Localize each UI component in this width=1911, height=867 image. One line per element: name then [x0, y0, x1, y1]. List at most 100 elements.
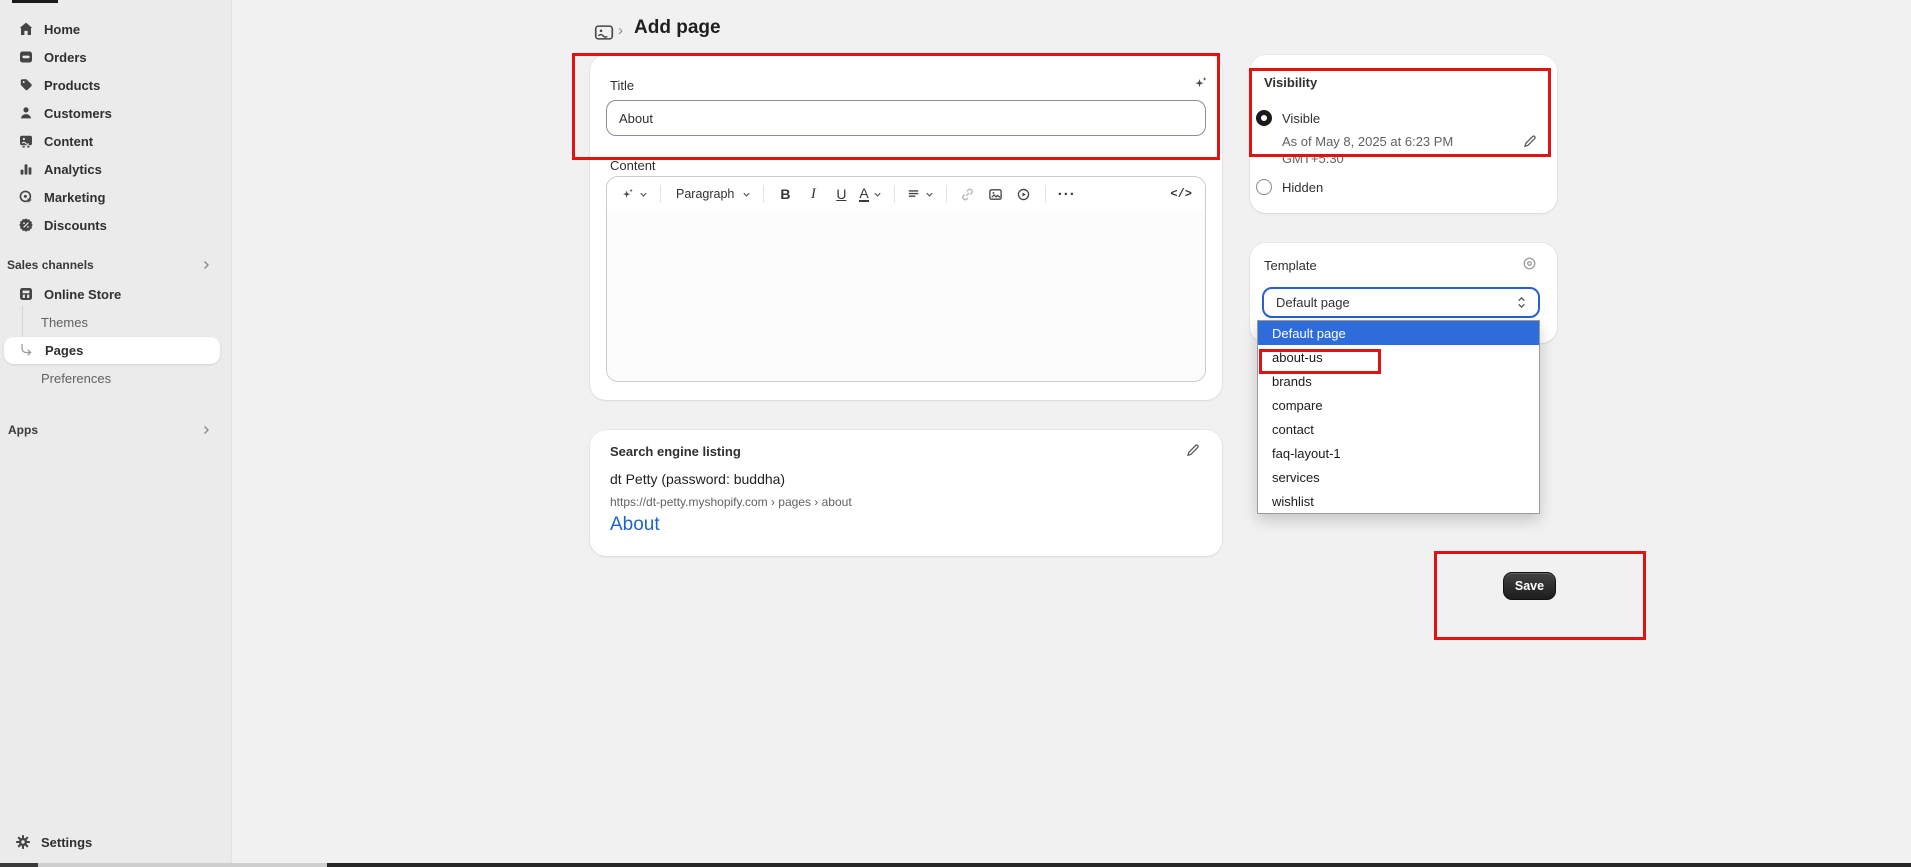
bold-button[interactable]: B	[772, 181, 798, 207]
content-editor[interactable]: Paragraph B I U A ··· </>	[606, 176, 1206, 382]
tree-connector-line	[22, 306, 23, 340]
sparkle-icon	[620, 187, 635, 202]
save-button[interactable]: Save	[1503, 572, 1556, 600]
template-option-compare[interactable]: compare	[1258, 393, 1539, 417]
toolbar-separator	[660, 185, 661, 203]
title-input[interactable]	[606, 100, 1206, 136]
sidebar-item-label: Settings	[41, 835, 92, 850]
bottom-scrollbar-track[interactable]	[38, 863, 327, 867]
paragraph-style-dropdown[interactable]: Paragraph	[669, 181, 755, 207]
link-button[interactable]	[955, 181, 981, 207]
sidebar-item-label: Content	[44, 134, 93, 149]
content-field-label: Content	[610, 158, 656, 173]
edit-visibility-pencil-icon[interactable]	[1522, 133, 1538, 149]
visible-note-line1: As of May 8, 2025 at 6:23 PM	[1282, 134, 1453, 149]
sidebar-item-label: Online Store	[44, 287, 121, 302]
template-dropdown: Default page about-us brands compare con…	[1257, 320, 1540, 514]
hidden-radio[interactable]	[1256, 179, 1272, 195]
sidebar-item-content[interactable]: Content	[0, 127, 232, 155]
chevron-down-icon	[638, 189, 649, 200]
underline-button[interactable]: U	[828, 181, 854, 207]
settings-icon	[15, 834, 31, 850]
template-preview-eye-icon[interactable]	[1522, 256, 1537, 271]
sidebar-item-discounts[interactable]: Discounts	[0, 211, 232, 239]
sidebar-item-label: Preferences	[41, 371, 111, 386]
toolbar-separator	[763, 185, 764, 203]
template-select-value: Default page	[1276, 295, 1350, 310]
apps-header[interactable]: Apps	[0, 420, 232, 440]
chevron-down-icon	[924, 189, 935, 200]
editor-text-area[interactable]	[607, 211, 1205, 382]
discounts-icon	[18, 217, 34, 233]
orders-icon	[18, 49, 34, 65]
link-icon	[960, 187, 975, 202]
sidebar-item-label: Analytics	[44, 162, 102, 177]
code-view-button[interactable]: </>	[1167, 181, 1195, 207]
sidebar-item-customers[interactable]: Customers	[0, 99, 232, 127]
stepper-icon	[1515, 295, 1528, 310]
insert-image-button[interactable]	[983, 181, 1009, 207]
sidebar-item-pages[interactable]: Pages	[4, 337, 220, 364]
page-icon[interactable]	[594, 24, 614, 41]
chevron-down-icon	[741, 189, 752, 200]
align-left-icon	[906, 187, 921, 202]
visible-radio[interactable]	[1256, 110, 1272, 126]
sidebar-item-preferences[interactable]: Preferences	[41, 365, 111, 391]
magic-write-button[interactable]	[617, 181, 652, 207]
visible-note-line2: GMT+5:30	[1282, 151, 1344, 166]
marketing-icon	[18, 189, 34, 205]
bottom-scrollbar-thumb-left[interactable]	[0, 863, 38, 867]
sidebar: Home Orders Products Customers Content A…	[0, 0, 232, 867]
template-option-wishlist[interactable]: wishlist	[1258, 489, 1539, 513]
template-option-about-us[interactable]: about-us	[1258, 345, 1539, 369]
page-title: Add page	[634, 17, 721, 39]
video-icon	[1016, 187, 1031, 202]
template-option-contact[interactable]: contact	[1258, 417, 1539, 441]
template-option-services[interactable]: services	[1258, 465, 1539, 489]
toolbar-separator	[894, 185, 895, 203]
template-option-brands[interactable]: brands	[1258, 369, 1539, 393]
sidebar-item-label: Marketing	[44, 190, 105, 205]
visible-radio-label[interactable]: Visible	[1282, 111, 1320, 126]
sales-channels-header[interactable]: Sales channels	[0, 255, 232, 275]
sidebar-item-settings[interactable]: Settings	[0, 828, 232, 856]
seo-card: Search engine listing dt Petty (password…	[590, 430, 1222, 556]
seo-url: https://dt-petty.myshopify.com › pages ›…	[610, 495, 852, 509]
text-color-label: A	[859, 187, 868, 202]
magic-sparkle-icon[interactable]	[1192, 75, 1209, 92]
sidebar-item-products[interactable]: Products	[0, 71, 232, 99]
window-artifact	[12, 0, 58, 3]
visibility-card-title: Visibility	[1264, 75, 1317, 90]
edit-seo-pencil-icon[interactable]	[1185, 442, 1201, 458]
seo-site-name: dt Petty (password: buddha)	[610, 471, 785, 487]
hidden-radio-label[interactable]: Hidden	[1282, 180, 1323, 195]
sidebar-item-label: Pages	[45, 343, 83, 358]
sales-channels-label: Sales channels	[7, 258, 94, 272]
breadcrumb-separator: ›	[618, 22, 623, 39]
chevron-right-icon	[200, 259, 216, 271]
template-option-default-page[interactable]: Default page	[1258, 321, 1539, 345]
toolbar-separator	[946, 185, 947, 203]
sidebar-item-analytics[interactable]: Analytics	[0, 155, 232, 183]
sidebar-item-orders[interactable]: Orders	[0, 43, 232, 71]
more-options-button[interactable]: ···	[1054, 181, 1080, 207]
sidebar-item-online-store[interactable]: Online Store	[0, 281, 232, 307]
apps-label: Apps	[8, 423, 38, 437]
align-button[interactable]	[903, 181, 938, 207]
italic-button[interactable]: I	[800, 181, 826, 207]
sidebar-item-home[interactable]: Home	[0, 15, 232, 43]
seo-page-title-link[interactable]: About	[610, 514, 660, 536]
template-option-faq-layout-1[interactable]: faq-layout-1	[1258, 441, 1539, 465]
bottom-scrollbar-thumb-right[interactable]	[327, 863, 1911, 867]
content-icon	[18, 133, 34, 149]
analytics-icon	[18, 161, 34, 177]
sidebar-item-themes[interactable]: Themes	[41, 309, 88, 335]
sidebar-item-marketing[interactable]: Marketing	[0, 183, 232, 211]
customers-icon	[18, 105, 34, 121]
insert-video-button[interactable]	[1011, 181, 1037, 207]
title-field-label: Title	[610, 78, 634, 93]
home-icon	[18, 21, 34, 37]
template-select[interactable]: Default page	[1262, 287, 1540, 318]
sidebar-item-label: Orders	[44, 50, 87, 65]
text-color-button[interactable]: A	[856, 181, 885, 207]
